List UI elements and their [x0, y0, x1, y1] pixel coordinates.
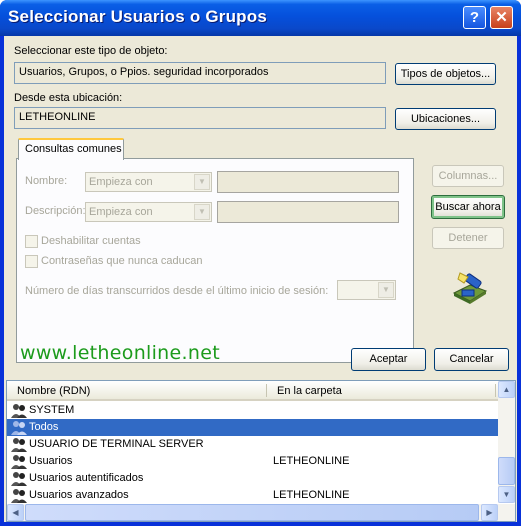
- row-name: Usuarios autentificados: [29, 472, 144, 484]
- locations-button[interactable]: Ubicaciones...: [395, 108, 496, 130]
- vertical-scrollbar[interactable]: ▲ ▼: [498, 381, 515, 503]
- description-input[interactable]: [217, 201, 399, 223]
- disabled-accounts-checkbox[interactable]: [25, 235, 38, 248]
- user-group-icon: [11, 455, 27, 469]
- dialog-window: Seleccionar Usuarios o Grupos ? ✕ Selecc…: [0, 0, 521, 526]
- table-row[interactable]: Usuarios autentificados: [7, 470, 499, 487]
- results-header: Nombre (RDN) En la carpeta: [7, 381, 499, 401]
- close-icon[interactable]: ✕: [490, 6, 513, 29]
- object-type-label: Seleccionar este tipo de objeto:: [14, 45, 168, 57]
- table-row[interactable]: SYSTEM: [7, 402, 499, 419]
- scroll-down-icon[interactable]: ▼: [498, 486, 515, 503]
- column-divider[interactable]: [495, 384, 496, 397]
- row-name: SYSTEM: [29, 404, 75, 416]
- chevron-down-icon: ▼: [194, 204, 210, 220]
- window-title: Seleccionar Usuarios o Grupos: [8, 7, 267, 26]
- help-icon[interactable]: ?: [463, 6, 486, 29]
- stop-button[interactable]: Detener: [432, 227, 504, 249]
- ok-button[interactable]: Aceptar: [351, 348, 426, 371]
- column-divider[interactable]: [266, 384, 267, 397]
- horizontal-scrollbar[interactable]: ◀ ▶: [7, 504, 515, 521]
- user-group-icon: [11, 489, 27, 503]
- no-expire-label: Contraseñas que nunca caducan: [41, 255, 203, 267]
- description-label: Descripción:: [25, 205, 86, 217]
- location-label: Desde esta ubicación:: [14, 92, 123, 104]
- table-row-selected[interactable]: Todos: [7, 419, 499, 436]
- location-field: LETHEONLINE: [14, 107, 386, 129]
- name-condition-value: Empieza con: [89, 176, 153, 188]
- days-select[interactable]: ▼: [337, 280, 396, 300]
- scroll-left-icon[interactable]: ◀: [7, 504, 24, 521]
- disabled-accounts-label: Deshabilitar cuentas: [41, 235, 141, 247]
- description-condition-select[interactable]: Empieza con ▼: [85, 202, 212, 222]
- dialog-client: Seleccionar este tipo de objeto: Usuario…: [4, 36, 517, 522]
- no-expire-checkbox[interactable]: [25, 255, 38, 268]
- name-condition-select[interactable]: Empieza con ▼: [85, 172, 212, 192]
- title-bar[interactable]: Seleccionar Usuarios o Grupos ? ✕: [0, 0, 521, 36]
- user-group-icon: [11, 472, 27, 486]
- table-row[interactable]: Usuarios avanzados LETHEONLINE: [7, 487, 499, 504]
- row-name: Usuarios: [29, 455, 73, 467]
- watermark-text: www.letheonline.net: [20, 342, 220, 364]
- columns-button[interactable]: Columnas...: [432, 165, 504, 187]
- search-flashlight-icon: [452, 272, 488, 304]
- object-type-field: Usuarios, Grupos, o Ppios. seguridad inc…: [14, 62, 386, 84]
- table-row[interactable]: Usuarios LETHEONLINE: [7, 453, 499, 470]
- days-label: Número de días transcurridos desde el úl…: [25, 285, 329, 297]
- vertical-scroll-thumb[interactable]: [498, 457, 515, 485]
- row-name: Todos: [29, 421, 59, 433]
- row-name: USUARIO DE TERMINAL SERVER: [29, 438, 204, 450]
- row-folder: LETHEONLINE: [273, 489, 350, 501]
- column-header-name[interactable]: Nombre (RDN): [17, 385, 90, 397]
- table-row[interactable]: USUARIO DE TERMINAL SERVER: [7, 436, 499, 453]
- row-name: Usuarios avanzados: [29, 489, 129, 501]
- name-label: Nombre:: [25, 175, 68, 187]
- name-input[interactable]: [217, 171, 399, 193]
- tab-label: Consultas comunes: [25, 143, 122, 155]
- results-list[interactable]: Nombre (RDN) En la carpeta SYSTEM Todos …: [6, 380, 516, 522]
- column-header-folder[interactable]: En la carpeta: [277, 385, 342, 397]
- search-now-button[interactable]: Buscar ahora: [431, 195, 505, 219]
- object-types-button[interactable]: Tipos de objetos...: [395, 63, 496, 85]
- user-group-icon: [11, 421, 27, 435]
- row-folder: LETHEONLINE: [273, 455, 350, 467]
- user-group-icon: [11, 404, 27, 418]
- description-condition-value: Empieza con: [89, 206, 153, 218]
- cancel-button[interactable]: Cancelar: [434, 348, 509, 371]
- scroll-right-icon[interactable]: ▶: [481, 504, 498, 521]
- chevron-down-icon: ▼: [378, 282, 394, 298]
- scroll-up-icon[interactable]: ▲: [498, 381, 515, 398]
- tab-common-queries[interactable]: Consultas comunes: [18, 138, 124, 160]
- chevron-down-icon: ▼: [194, 174, 210, 190]
- user-group-icon: [11, 438, 27, 452]
- horizontal-scroll-thumb[interactable]: [25, 504, 479, 521]
